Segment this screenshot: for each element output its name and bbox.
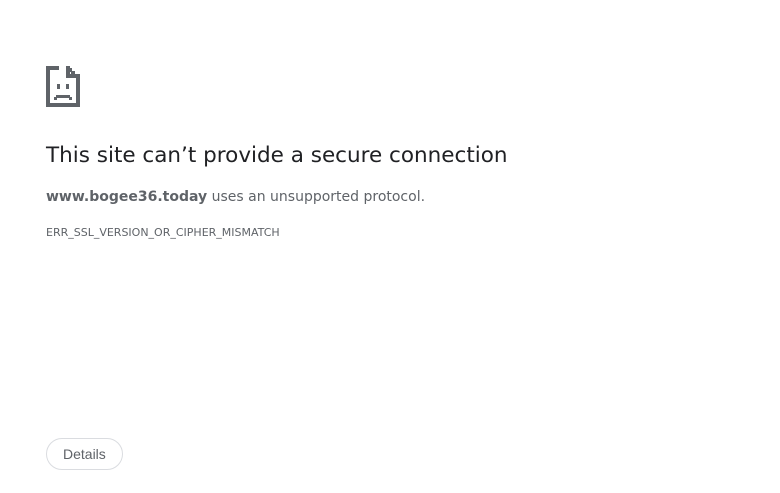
error-message: www.bogee36.today uses an unsupported pr… bbox=[46, 187, 425, 207]
page-title: This site can’t provide a secure connect… bbox=[46, 143, 508, 168]
error-message-text: uses an unsupported protocol. bbox=[207, 189, 426, 205]
host-name: www.bogee36.today bbox=[46, 189, 208, 205]
details-button[interactable]: Details bbox=[46, 438, 123, 470]
sad-page-icon bbox=[46, 66, 80, 107]
error-code: ERR_SSL_VERSION_OR_CIPHER_MISMATCH bbox=[46, 226, 280, 239]
